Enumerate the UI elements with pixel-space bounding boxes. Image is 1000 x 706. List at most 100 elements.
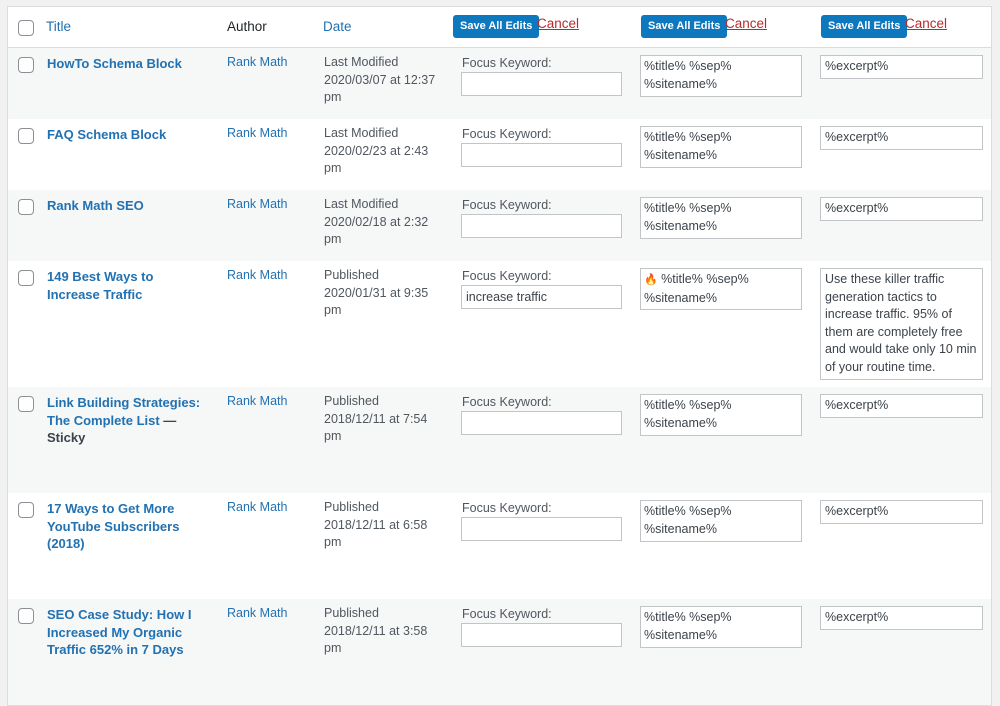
seo-title-field[interactable]: %title% %sep% %sitename% xyxy=(640,55,802,97)
posts-table: Title Author Date Save All Edits Cancel … xyxy=(7,6,992,706)
author-link[interactable]: Rank Math xyxy=(227,55,287,69)
author-link[interactable]: Rank Math xyxy=(227,606,287,620)
column-title[interactable]: Title xyxy=(46,19,71,34)
author-link[interactable]: Rank Math xyxy=(227,394,287,408)
focus-keyword-input[interactable] xyxy=(461,214,622,238)
seo-description-field[interactable]: %excerpt% xyxy=(820,500,983,524)
row-checkbox[interactable] xyxy=(18,57,34,73)
date-status: Published xyxy=(324,500,379,514)
date-value-suffix: pm xyxy=(324,232,342,246)
seo-title-field[interactable]: %title% %sep% %sitename% xyxy=(640,500,802,542)
post-date: Last Modified 2020/03/07 at 12:37 pm xyxy=(324,54,449,107)
focus-keyword-input[interactable] xyxy=(461,411,622,435)
date-value: 2018/12/11 at 3:58 xyxy=(324,623,428,638)
focus-keyword-label: Focus Keyword: xyxy=(462,501,552,515)
select-all-checkbox[interactable] xyxy=(18,20,34,36)
table-header: Title Author Date Save All Edits Cancel … xyxy=(8,7,991,48)
seo-title-text: %title% %sep% %sitename% xyxy=(644,130,732,162)
date-value: 2018/12/11 at 7:54 xyxy=(324,411,428,426)
row-checkbox[interactable] xyxy=(18,270,34,286)
date-status: Published xyxy=(324,268,379,282)
table-row: Rank Math SEO Rank Math Last Modified 20… xyxy=(8,190,991,261)
seo-description-field[interactable]: %excerpt% xyxy=(820,394,983,418)
row-checkbox[interactable] xyxy=(18,199,34,215)
cancel-link-description[interactable]: Cancel xyxy=(905,16,947,31)
author-link[interactable]: Rank Math xyxy=(227,268,287,282)
focus-keyword-label: Focus Keyword: xyxy=(462,607,552,621)
seo-title-text: %title% %sep% %sitename% xyxy=(644,272,749,305)
table-row: SEO Case Study: How I Increased My Organ… xyxy=(8,599,991,705)
seo-title-field[interactable]: 🔥 %title% %sep% %sitename% xyxy=(640,268,802,310)
save-all-edits-button-title[interactable]: Save All Edits xyxy=(641,15,728,38)
post-title-link[interactable]: FAQ Schema Block xyxy=(47,126,207,144)
date-value-suffix: pm xyxy=(324,535,342,549)
seo-description-field[interactable]: %excerpt% xyxy=(820,126,983,150)
date-value: 2020/02/18 at 2:32 xyxy=(324,214,429,229)
post-title-text[interactable]: Link Building Strategies: The Complete L… xyxy=(47,395,200,428)
focus-keyword-input[interactable] xyxy=(461,517,622,541)
save-all-edits-button-description[interactable]: Save All Edits xyxy=(821,15,908,38)
date-value: 2020/02/23 at 2:43 xyxy=(324,143,429,158)
seo-description-field[interactable]: %excerpt% xyxy=(820,197,983,221)
save-all-edits-button-keyword[interactable]: Save All Edits xyxy=(453,15,540,38)
row-checkbox[interactable] xyxy=(18,396,34,412)
column-author: Author xyxy=(227,19,267,34)
date-status: Last Modified xyxy=(324,197,399,211)
date-status: Last Modified xyxy=(324,126,399,140)
post-date: Last Modified 2020/02/18 at 2:32 pm xyxy=(324,196,449,249)
focus-keyword-label: Focus Keyword: xyxy=(462,127,552,141)
focus-keyword-label: Focus Keyword: xyxy=(462,395,552,409)
cancel-link-title[interactable]: Cancel xyxy=(725,16,767,31)
focus-keyword-input[interactable] xyxy=(461,143,622,167)
post-date: Published 2018/12/11 at 3:58 pm xyxy=(324,605,449,658)
seo-title-text: %title% %sep% %sitename% xyxy=(644,610,732,642)
post-title-link[interactable]: 149 Best Ways to Increase Traffic xyxy=(47,268,192,303)
seo-title-field[interactable]: %title% %sep% %sitename% xyxy=(640,197,802,239)
date-value-suffix: pm xyxy=(324,641,342,655)
post-title-link[interactable]: SEO Case Study: How I Increased My Organ… xyxy=(47,606,197,659)
date-value-suffix: pm xyxy=(324,90,342,104)
column-date[interactable]: Date xyxy=(323,19,352,34)
post-date: Published 2018/12/11 at 6:58 pm xyxy=(324,499,449,552)
focus-keyword-label: Focus Keyword: xyxy=(462,269,552,283)
seo-description-field[interactable]: Use these killer traffic generation tact… xyxy=(820,268,983,380)
table-row: 17 Ways to Get More YouTube Subscribers … xyxy=(8,493,991,599)
focus-keyword-input[interactable] xyxy=(461,285,622,309)
seo-title-field[interactable]: %title% %sep% %sitename% xyxy=(640,606,802,648)
post-title-link[interactable]: Rank Math SEO xyxy=(47,197,207,215)
date-status: Last Modified xyxy=(324,55,399,69)
author-link[interactable]: Rank Math xyxy=(227,500,287,514)
focus-keyword-input[interactable] xyxy=(461,623,622,647)
table-row: 149 Best Ways to Increase Traffic Rank M… xyxy=(8,261,991,387)
post-date: Last Modified 2020/02/23 at 2:43 pm xyxy=(324,125,449,178)
row-checkbox[interactable] xyxy=(18,608,34,624)
row-checkbox[interactable] xyxy=(18,502,34,518)
post-title-link[interactable]: 17 Ways to Get More YouTube Subscribers … xyxy=(47,500,197,553)
date-value: 2020/01/31 at 9:35 xyxy=(324,285,429,300)
seo-title-text: %title% %sep% %sitename% xyxy=(644,59,732,91)
author-link[interactable]: Rank Math xyxy=(227,126,287,140)
seo-description-field[interactable]: %excerpt% xyxy=(820,606,983,630)
date-value-suffix: pm xyxy=(324,161,342,175)
table-row: HowTo Schema Block Rank Math Last Modifi… xyxy=(8,48,991,119)
fire-icon: 🔥 xyxy=(644,274,658,286)
table-row: FAQ Schema Block Rank Math Last Modified… xyxy=(8,119,991,190)
table-row: Link Building Strategies: The Complete L… xyxy=(8,387,991,493)
cancel-link-keyword[interactable]: Cancel xyxy=(537,16,579,31)
focus-keyword-label: Focus Keyword: xyxy=(462,56,552,70)
post-date: Published 2020/01/31 at 9:35 pm xyxy=(324,267,449,320)
seo-title-text: %title% %sep% %sitename% xyxy=(644,398,732,430)
seo-title-text: %title% %sep% %sitename% xyxy=(644,201,732,233)
seo-title-field[interactable]: %title% %sep% %sitename% xyxy=(640,394,802,436)
seo-description-field[interactable]: %excerpt% xyxy=(820,55,983,79)
focus-keyword-label: Focus Keyword: xyxy=(462,198,552,212)
focus-keyword-input[interactable] xyxy=(461,72,622,96)
date-value: 2020/03/07 at 12:37 xyxy=(324,72,436,87)
row-checkbox[interactable] xyxy=(18,128,34,144)
author-link[interactable]: Rank Math xyxy=(227,197,287,211)
date-status: Published xyxy=(324,606,379,620)
seo-title-text: %title% %sep% %sitename% xyxy=(644,504,732,536)
post-title-link[interactable]: HowTo Schema Block xyxy=(47,55,207,73)
date-value: 2018/12/11 at 6:58 xyxy=(324,517,428,532)
seo-title-field[interactable]: %title% %sep% %sitename% xyxy=(640,126,802,168)
